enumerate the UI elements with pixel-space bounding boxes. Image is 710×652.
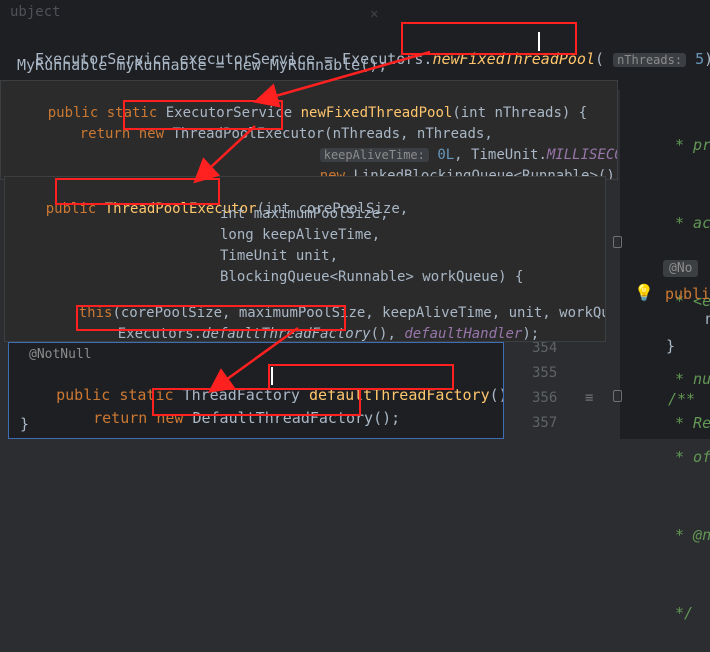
arrows-overlay [193,50,431,393]
arrow-2 [193,125,256,184]
arrow-1 [253,50,431,108]
arrow-3 [207,326,299,393]
